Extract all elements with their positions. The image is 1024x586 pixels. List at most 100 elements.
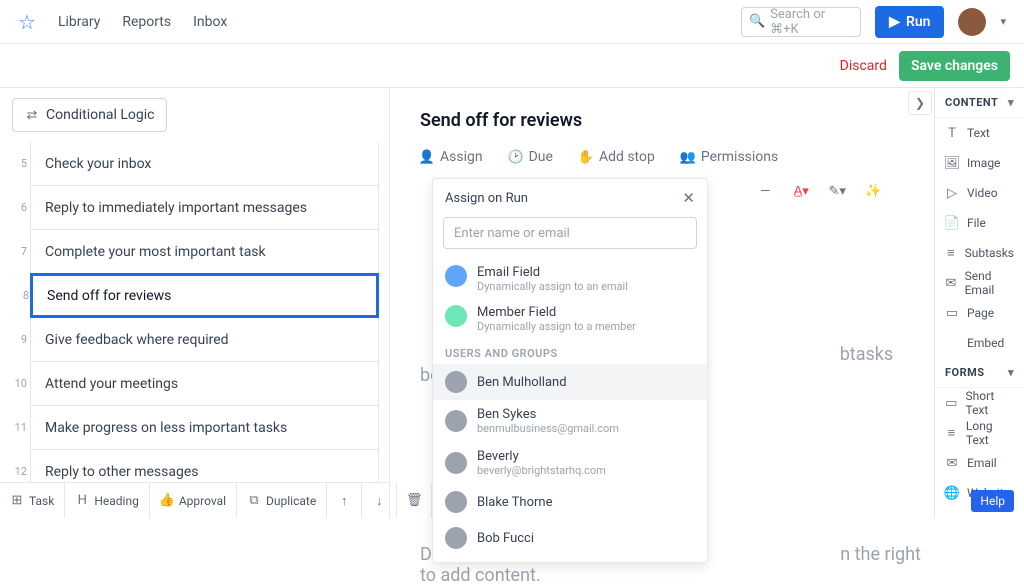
avatar <box>445 527 467 549</box>
step-number: 11 <box>13 421 27 434</box>
avatar[interactable] <box>958 8 986 36</box>
meta-row: 👤Assign 🕑Due ✋Add stop 👥Permissions <box>420 149 904 165</box>
assign-popup: Assign on Run ✕ Enter name or email Emai… <box>432 178 708 563</box>
step-item[interactable]: 6Reply to immediately important messages <box>30 185 379 230</box>
widget-icon: ▷ <box>945 186 959 200</box>
step-number: 10 <box>13 377 27 390</box>
member-field-option[interactable]: Member FieldDynamically assign to a memb… <box>433 299 707 339</box>
step-item[interactable]: 11Make progress on less important tasks <box>30 405 379 450</box>
content-widget-file[interactable]: 📄File <box>935 208 1024 238</box>
widget-icon: ✉ <box>945 456 959 470</box>
divider-icon[interactable]: — <box>758 184 772 198</box>
move-up-button[interactable]: ↑ <box>327 483 362 518</box>
step-label: Check your inbox <box>31 156 151 172</box>
user-option[interactable]: Ben Mulholland <box>433 364 707 400</box>
left-panel: ⇄ Conditional Logic 5Check your inbox6Re… <box>0 88 390 518</box>
widget-icon: 🌐 <box>945 486 959 500</box>
content-widget-page[interactable]: ▭Page <box>935 298 1024 328</box>
widget-icon <box>945 336 959 350</box>
magic-icon[interactable]: ✨ <box>866 184 880 198</box>
user-option[interactable]: Beverlybeverly@brightstarhq.com <box>433 442 707 484</box>
nav-inbox[interactable]: Inbox <box>193 14 227 30</box>
save-changes-button[interactable]: Save changes <box>899 51 1010 81</box>
step-item[interactable]: 9Give feedback where required <box>30 317 379 362</box>
content-widget-embed[interactable]: Embed <box>935 328 1024 358</box>
form-widget-email[interactable]: ✉Email <box>935 448 1024 478</box>
avatar <box>445 491 467 513</box>
conditional-logic-button[interactable]: ⇄ Conditional Logic <box>12 98 167 132</box>
clock-icon: 🕑 <box>509 150 523 164</box>
form-widget-long-text[interactable]: ≡Long Text <box>935 418 1024 448</box>
chevron-down-icon[interactable]: ▾ <box>1000 15 1006 28</box>
steps-list: 5Check your inbox6Reply to immediately i… <box>0 142 389 518</box>
user-option[interactable]: Ben Sykesbenmulbusiness@gmail.com <box>433 400 707 442</box>
users-icon: 👥 <box>681 150 695 164</box>
step-item[interactable]: 7Complete your most important task <box>30 229 379 274</box>
discard-button[interactable]: Discard <box>840 58 887 74</box>
duplicate-button[interactable]: ⧉Duplicate <box>237 483 327 518</box>
widget-icon: ≡ <box>945 246 957 260</box>
arrow-up-icon: ↑ <box>337 494 351 508</box>
step-item[interactable]: 5Check your inbox <box>30 142 379 186</box>
step-number: 5 <box>13 157 27 170</box>
email-field-icon <box>445 265 467 287</box>
nav-reports[interactable]: Reports <box>122 14 171 30</box>
assign-button[interactable]: 👤Assign <box>420 149 483 165</box>
assign-search-input[interactable]: Enter name or email <box>443 217 697 249</box>
add-approval-button[interactable]: 👍Approval <box>150 483 237 518</box>
content-widget-image[interactable]: 🖼Image <box>935 148 1024 178</box>
add-task-button[interactable]: ⊞Task <box>0 483 65 518</box>
email-field-option[interactable]: Email FieldDynamically assign to an emai… <box>433 259 707 299</box>
content-widget-send-email[interactable]: ✉Send Email <box>935 268 1024 298</box>
widget-icon: ▭ <box>945 396 957 410</box>
due-button[interactable]: 🕑Due <box>509 149 553 165</box>
help-button[interactable]: Help <box>971 490 1014 512</box>
thumbs-up-icon: 👍 <box>160 494 174 508</box>
forms-section-header[interactable]: FORMS▾ <box>935 358 1024 388</box>
content-widget-video[interactable]: ▷Video <box>935 178 1024 208</box>
add-stop-button[interactable]: ✋Add stop <box>579 149 655 165</box>
content-widget-subtasks[interactable]: ≡Subtasks <box>935 238 1024 268</box>
widget-icon: ✉ <box>945 276 957 290</box>
step-label: Reply to other messages <box>31 464 199 480</box>
search-icon: 🔍 <box>750 15 764 29</box>
avatar <box>445 410 467 432</box>
permissions-button[interactable]: 👥Permissions <box>681 149 778 165</box>
close-icon[interactable]: ✕ <box>682 189 695 207</box>
widget-icon: ▭ <box>945 306 959 320</box>
run-button[interactable]: ▶ Run <box>875 6 944 38</box>
step-number: 12 <box>13 465 27 478</box>
action-bar: Discard Save changes <box>0 44 1024 88</box>
add-heading-button[interactable]: HHeading <box>65 483 150 518</box>
step-label: Give feedback where required <box>31 332 229 348</box>
widget-icon: 🖼 <box>945 156 959 170</box>
content-section-header[interactable]: CONTENT▾ <box>935 88 1024 118</box>
user-icon: 👤 <box>420 150 434 164</box>
search-input[interactable]: 🔍 Search or ⌘+K <box>741 7 861 37</box>
hand-icon: ✋ <box>579 150 593 164</box>
avatar <box>445 371 467 393</box>
widget-icon: 📄 <box>945 216 959 230</box>
highlight-icon[interactable]: ✎▾ <box>830 184 844 198</box>
content-widget-text[interactable]: TText <box>935 118 1024 148</box>
heading-icon: H <box>75 494 89 508</box>
copy-icon: ⧉ <box>247 494 261 508</box>
step-item[interactable]: 10Attend your meetings <box>30 361 379 406</box>
text-color-icon[interactable]: A̲▾ <box>794 184 808 198</box>
step-label: Make progress on less important tasks <box>31 420 287 436</box>
chevron-down-icon: ▾ <box>1008 366 1014 379</box>
member-field-icon <box>445 305 467 327</box>
form-widget-short-text[interactable]: ▭Short Text <box>935 388 1024 418</box>
search-placeholder: Search or ⌘+K <box>770 7 852 37</box>
plus-square-icon: ⊞ <box>10 494 24 508</box>
widget-icon: T <box>945 126 959 140</box>
step-number: 6 <box>13 201 27 214</box>
nav-library[interactable]: Library <box>58 14 100 30</box>
user-option[interactable]: Blake Thorne <box>433 484 707 520</box>
step-number: 7 <box>13 245 27 258</box>
step-item[interactable]: 8Send off for reviews <box>30 273 379 318</box>
user-option[interactable]: Bob Fucci <box>433 520 707 556</box>
collapse-panel-button[interactable]: ❯ <box>908 91 932 115</box>
logo-icon: ☆ <box>18 10 36 34</box>
popup-title: Assign on Run <box>445 191 528 206</box>
